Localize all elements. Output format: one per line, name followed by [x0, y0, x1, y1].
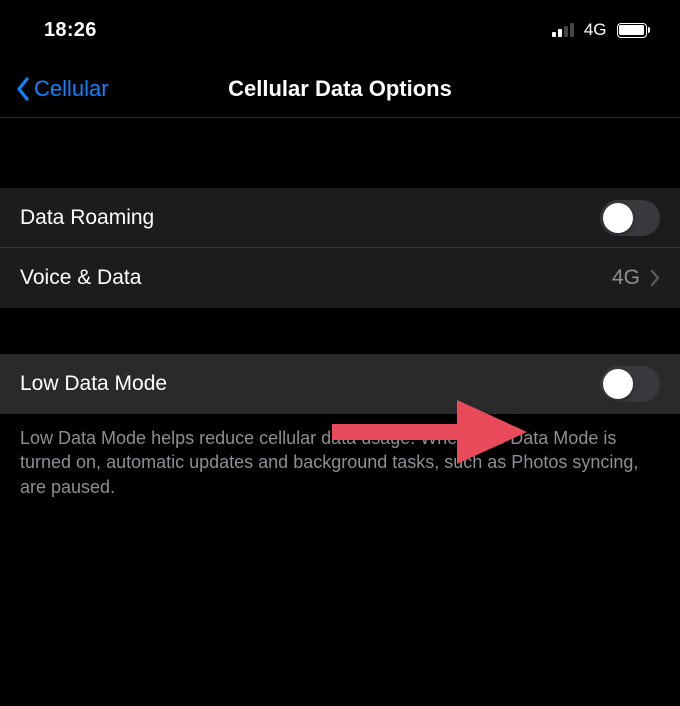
- chevron-left-icon: [16, 77, 30, 101]
- low-data-mode-row[interactable]: Low Data Mode: [0, 354, 680, 414]
- status-indicators: 4G: [552, 20, 650, 40]
- row-value-container: 4G: [612, 266, 660, 290]
- low-data-mode-toggle[interactable]: [600, 366, 660, 402]
- toggle-knob: [603, 203, 633, 233]
- group-footer-text: Low Data Mode helps reduce cellular data…: [0, 414, 680, 511]
- row-label: Low Data Mode: [20, 372, 167, 396]
- settings-group-1: Data Roaming Voice & Data 4G: [0, 188, 680, 308]
- page-title: Cellular Data Options: [228, 76, 452, 102]
- voice-and-data-row[interactable]: Voice & Data 4G: [0, 248, 680, 308]
- status-bar: 18:26 4G: [0, 0, 680, 60]
- toggle-knob: [603, 369, 633, 399]
- spacer: [0, 308, 680, 354]
- row-label: Voice & Data: [20, 266, 141, 290]
- status-time: 18:26: [44, 19, 97, 42]
- back-button[interactable]: Cellular: [16, 76, 109, 102]
- settings-group-2: Low Data Mode: [0, 354, 680, 414]
- chevron-right-icon: [650, 269, 660, 287]
- back-label: Cellular: [34, 76, 109, 102]
- network-type: 4G: [584, 20, 607, 40]
- row-label: Data Roaming: [20, 206, 154, 230]
- cellular-signal-icon: [552, 23, 574, 37]
- row-value: 4G: [612, 266, 640, 290]
- spacer: [0, 118, 680, 188]
- data-roaming-toggle[interactable]: [600, 200, 660, 236]
- data-roaming-row[interactable]: Data Roaming: [0, 188, 680, 248]
- battery-icon: [617, 23, 651, 38]
- navigation-bar: Cellular Cellular Data Options: [0, 60, 680, 118]
